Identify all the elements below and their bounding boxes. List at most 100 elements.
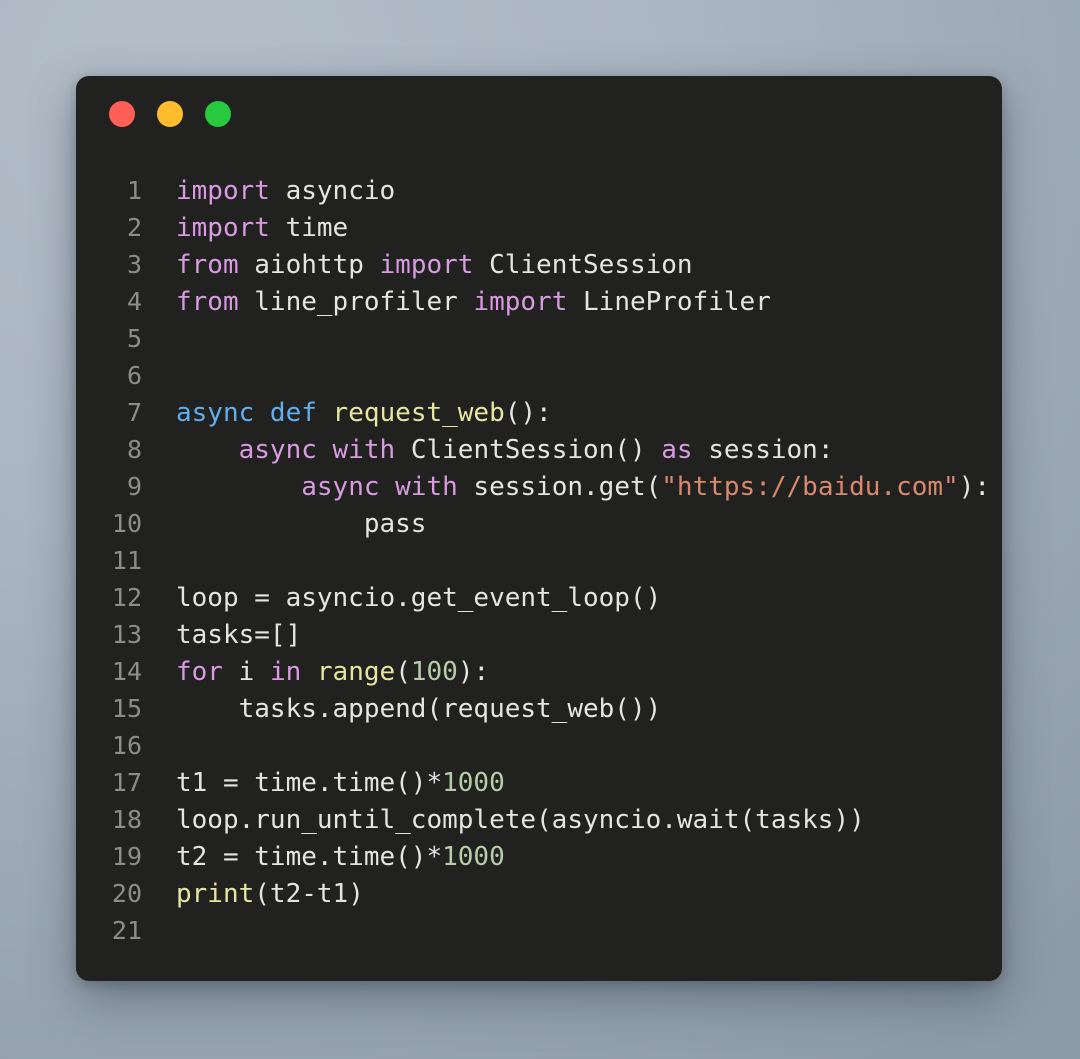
code-token-plain: ( xyxy=(395,657,411,687)
close-window-icon[interactable] xyxy=(109,101,135,127)
window-titlebar xyxy=(76,76,1002,152)
code-token-kw: from xyxy=(176,250,239,280)
code-token-plain: (): xyxy=(504,398,552,428)
line-content[interactable]: import time xyxy=(142,210,348,247)
code-line[interactable]: 17 t1 = time.time()*1000 xyxy=(76,764,1002,801)
code-token-plain: ClientSession() xyxy=(395,435,662,465)
code-token-plain: line_profiler xyxy=(238,287,474,317)
code-token-num: 100 xyxy=(410,657,458,687)
line-number: 11 xyxy=(111,546,142,575)
line-number: 3 xyxy=(126,250,142,279)
line-content[interactable]: t1 = time.time()*1000 xyxy=(142,765,505,802)
code-token-kw: for xyxy=(176,657,223,687)
line-number: 15 xyxy=(111,694,142,723)
code-token-plain: asyncio xyxy=(269,176,396,206)
code-line[interactable]: 16 xyxy=(76,727,1002,764)
code-line[interactable]: 1 import asyncio xyxy=(76,172,1002,209)
code-token-plain: session.get( xyxy=(457,472,662,502)
code-line[interactable]: 20 print(t2-t1) xyxy=(76,875,1002,912)
code-editor[interactable]: 1 import asyncio 2 import time 3 from aiohttp… xyxy=(76,152,1002,981)
line-number: 9 xyxy=(126,472,142,501)
code-token-plain: ): xyxy=(457,657,490,687)
code-token-kw2: async def xyxy=(176,398,317,428)
code-token-str: "https://baidu.com" xyxy=(661,472,959,502)
code-token-kw: import xyxy=(473,287,568,317)
code-line[interactable]: 10 pass xyxy=(76,505,1002,542)
code-line[interactable]: 7 async def request_web(): xyxy=(76,394,1002,431)
line-number: 5 xyxy=(126,324,142,353)
code-token-kw: async with xyxy=(238,435,396,465)
code-token-plain: (t2-t1) xyxy=(254,879,364,909)
code-token-plain: pass xyxy=(176,509,427,539)
line-content[interactable]: tasks.append(request_web()) xyxy=(142,691,662,728)
code-window: 1 import asyncio 2 import time 3 from aiohttp… xyxy=(76,76,1002,981)
line-number: 12 xyxy=(111,583,142,612)
code-line[interactable]: 8 async with ClientSession() as session: xyxy=(76,431,1002,468)
code-token-num: 1000 xyxy=(442,842,505,872)
line-content[interactable]: async def request_web(): xyxy=(142,395,552,432)
line-number: 18 xyxy=(111,805,142,834)
line-content[interactable]: loop.run_until_complete(asyncio.wait(tas… xyxy=(142,802,865,839)
code-line[interactable]: 6 xyxy=(76,357,1002,394)
code-line[interactable]: 5 xyxy=(76,320,1002,357)
line-number: 2 xyxy=(126,213,142,242)
code-line[interactable]: 11 xyxy=(76,542,1002,579)
code-token-plain: session: xyxy=(692,435,834,465)
code-token-plain: ): xyxy=(958,472,991,502)
code-line[interactable]: 21 xyxy=(76,912,1002,949)
code-line[interactable]: 3 from aiohttp import ClientSession xyxy=(76,246,1002,283)
line-number: 10 xyxy=(111,509,142,538)
line-number: 20 xyxy=(111,879,142,908)
code-token-plain: ClientSession xyxy=(473,250,693,280)
line-content[interactable]: print(t2-t1) xyxy=(142,876,364,913)
code-line[interactable]: 9 async with session.get("https://baidu.… xyxy=(76,468,1002,505)
line-number: 16 xyxy=(111,731,142,760)
line-number: 17 xyxy=(111,768,142,797)
line-content[interactable]: async with ClientSession() as session: xyxy=(142,432,834,469)
code-token-plain: loop = asyncio.get_event_loop() xyxy=(176,583,662,613)
code-token-plain: t1 = time.time()* xyxy=(176,768,443,798)
code-line[interactable]: 15 tasks.append(request_web()) xyxy=(76,690,1002,727)
code-line[interactable]: 18 loop.run_until_complete(asyncio.wait(t… xyxy=(76,801,1002,838)
code-token-plain: aiohttp xyxy=(238,250,380,280)
line-content[interactable]: loop = asyncio.get_event_loop() xyxy=(142,580,661,617)
code-token-fn: range xyxy=(316,657,396,687)
code-token-kw: in xyxy=(269,657,302,687)
code-token-plain: LineProfiler xyxy=(567,287,771,317)
line-content[interactable]: import asyncio xyxy=(142,173,395,210)
code-line[interactable]: 14 for i in range(100): xyxy=(76,653,1002,690)
maximize-window-icon[interactable] xyxy=(205,101,231,127)
code-token-fn: print xyxy=(176,879,255,909)
code-line[interactable]: 19 t2 = time.time()*1000 xyxy=(76,838,1002,875)
code-token-plain: time xyxy=(269,213,349,243)
line-number: 7 xyxy=(126,398,142,427)
code-token-kw: import xyxy=(176,213,270,243)
code-token-plain: tasks.append(request_web()) xyxy=(176,694,662,724)
line-content[interactable]: async with session.get("https://baidu.co… xyxy=(142,469,990,506)
line-content[interactable]: pass xyxy=(142,506,427,543)
line-content[interactable]: for i in range(100): xyxy=(142,654,489,691)
line-number: 6 xyxy=(126,361,142,390)
line-content[interactable]: tasks=[] xyxy=(142,617,301,654)
code-token-plain: loop.run_until_complete(asyncio.wait(tas… xyxy=(176,805,865,835)
code-line[interactable]: 4 from line_profiler import LineProfiler xyxy=(76,283,1002,320)
code-line[interactable]: 13 tasks=[] xyxy=(76,616,1002,653)
minimize-window-icon[interactable] xyxy=(157,101,183,127)
page-canvas: 1 import asyncio 2 import time 3 from aiohttp… xyxy=(0,0,1080,1059)
code-line[interactable]: 12 loop = asyncio.get_event_loop() xyxy=(76,579,1002,616)
code-line[interactable]: 2 import time xyxy=(76,209,1002,246)
line-content[interactable]: t2 = time.time()*1000 xyxy=(142,839,505,876)
code-token-num: 1000 xyxy=(442,768,505,798)
code-token-kw: as xyxy=(661,435,693,465)
code-token-plain: i xyxy=(222,657,270,687)
line-number: 1 xyxy=(126,176,142,205)
code-token-fn: request_web xyxy=(332,398,505,428)
line-content[interactable]: from line_profiler import LineProfiler xyxy=(142,284,771,321)
code-token-plain: t2 = time.time()* xyxy=(176,842,443,872)
line-number: 19 xyxy=(111,842,142,871)
line-content[interactable]: from aiohttp import ClientSession xyxy=(142,247,693,284)
